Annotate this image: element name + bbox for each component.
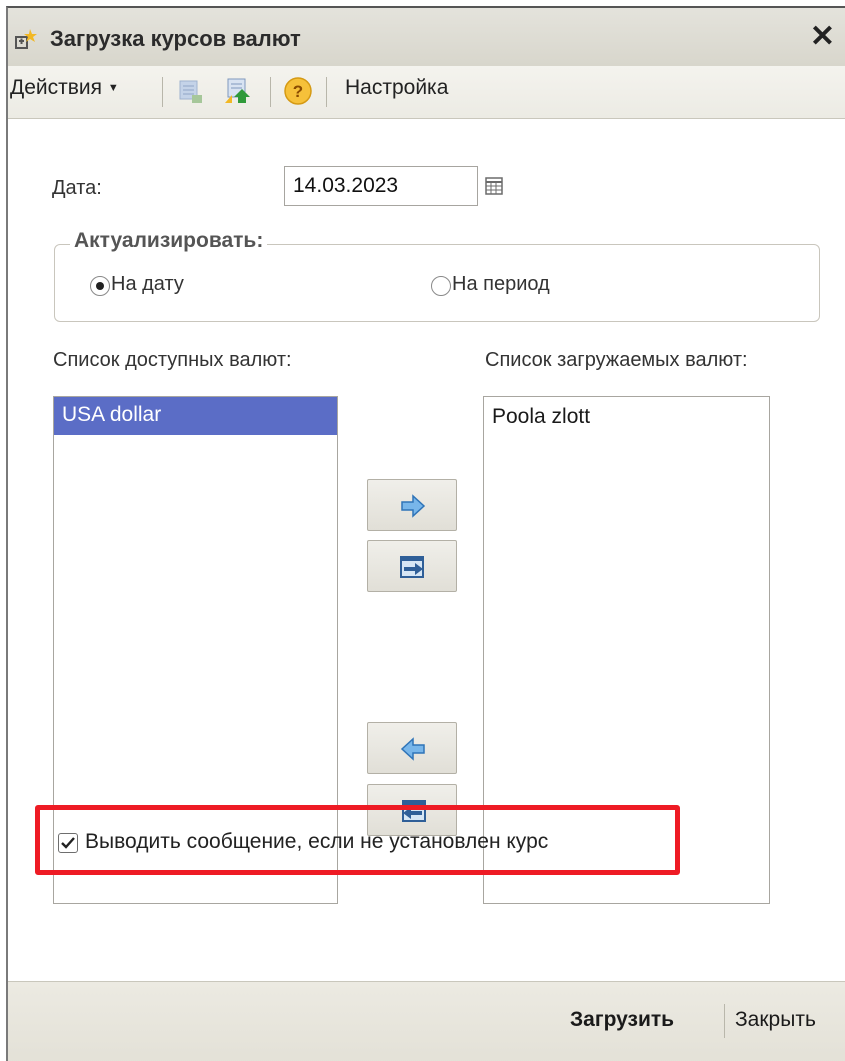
radio-on-date-label: На дату bbox=[111, 273, 184, 295]
title-bar: Загрузка курсов валют ✕ bbox=[8, 8, 845, 67]
toolbar-separator bbox=[162, 77, 163, 107]
toolbar-separator bbox=[326, 77, 327, 107]
arrow-right-icon bbox=[401, 494, 426, 518]
radio-on-period-label: На период bbox=[452, 273, 550, 295]
checkmark-icon bbox=[61, 837, 75, 849]
list-item[interactable]: USA dollar bbox=[54, 397, 337, 435]
form-icon bbox=[15, 29, 37, 49]
show-message-label: Выводить сообщение, если не установлен к… bbox=[85, 830, 549, 853]
radio-on-date[interactable] bbox=[90, 276, 110, 296]
download-icon[interactable] bbox=[222, 75, 254, 107]
help-icon[interactable]: ? bbox=[282, 75, 314, 107]
footer-bar: Загрузить Закрыть bbox=[8, 981, 845, 1061]
close-icon[interactable]: ✕ bbox=[810, 22, 835, 52]
move-all-right-icon bbox=[400, 556, 424, 578]
move-right-button[interactable] bbox=[367, 479, 457, 531]
arrow-left-icon bbox=[400, 737, 425, 761]
move-left-button[interactable] bbox=[367, 722, 457, 774]
radio-selected-dot bbox=[96, 282, 104, 290]
radio-on-period[interactable] bbox=[431, 276, 451, 296]
date-label: Дата: bbox=[52, 177, 102, 199]
update-mode-title: Актуализировать: bbox=[70, 229, 268, 253]
svg-text:?: ? bbox=[293, 82, 303, 101]
show-message-checkbox[interactable] bbox=[58, 833, 78, 853]
toolbar-separator bbox=[270, 77, 271, 107]
calendar-icon[interactable] bbox=[480, 168, 508, 204]
close-button[interactable]: Закрыть bbox=[735, 1008, 816, 1032]
date-field[interactable]: 14.03.2023 bbox=[284, 166, 478, 206]
window-title: Загрузка курсов валют bbox=[50, 26, 301, 51]
toolbar: Действия ▼ ? Настройка bbox=[8, 66, 845, 119]
list-item[interactable]: Poola zlott bbox=[484, 397, 769, 435]
footer-separator bbox=[724, 1004, 725, 1038]
load-button[interactable]: Загрузить bbox=[570, 1008, 674, 1032]
caret-down-icon: ▼ bbox=[107, 82, 119, 94]
move-all-right-button[interactable] bbox=[367, 540, 457, 592]
list-icon[interactable] bbox=[174, 75, 206, 107]
loaded-list-title: Список загружаемых валют: bbox=[485, 349, 748, 371]
currency-rates-window: Загрузка курсов валют ✕ Действия ▼ ? Нас… bbox=[6, 6, 845, 1061]
settings-button[interactable]: Настройка bbox=[345, 76, 448, 100]
actions-menu-label: Действия bbox=[10, 76, 103, 99]
actions-menu[interactable]: Действия ▼ bbox=[10, 76, 119, 100]
available-list-title: Список доступных валют: bbox=[53, 349, 292, 371]
